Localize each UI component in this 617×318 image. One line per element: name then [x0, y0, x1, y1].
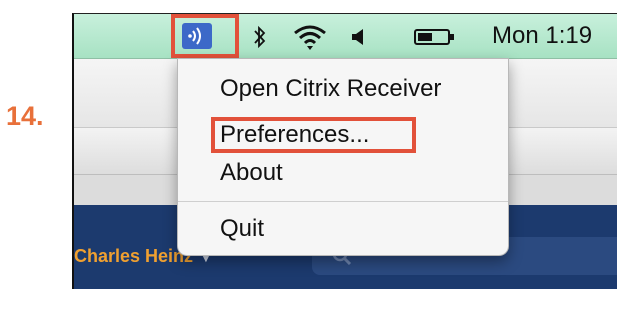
- citrix-icon-highlight: [171, 14, 239, 58]
- step-number: 14.: [6, 101, 44, 131]
- wifi-icon[interactable]: [292, 23, 328, 51]
- preferences-highlight: [211, 117, 416, 153]
- user-name: Charles Heinz: [74, 246, 194, 266]
- menubar-clock[interactable]: Mon 1:19: [492, 22, 592, 50]
- menu-bar: Mon 1:19: [74, 14, 617, 59]
- battery-icon[interactable]: [414, 28, 456, 46]
- volume-icon[interactable]: [350, 28, 366, 46]
- menu-item-about[interactable]: About: [220, 159, 283, 187]
- menu-item-quit[interactable]: Quit: [220, 215, 264, 243]
- menu-separator: [178, 201, 508, 202]
- citrix-dropdown-menu: Open Citrix Receiver Preferences... Abou…: [177, 58, 509, 256]
- bluetooth-icon[interactable]: [252, 24, 268, 50]
- screenshot-frame: Charles Heinz ▼ Mon 1:19 Open Citrix Rec…: [72, 13, 617, 289]
- menu-item-open-citrix-receiver[interactable]: Open Citrix Receiver: [220, 75, 441, 103]
